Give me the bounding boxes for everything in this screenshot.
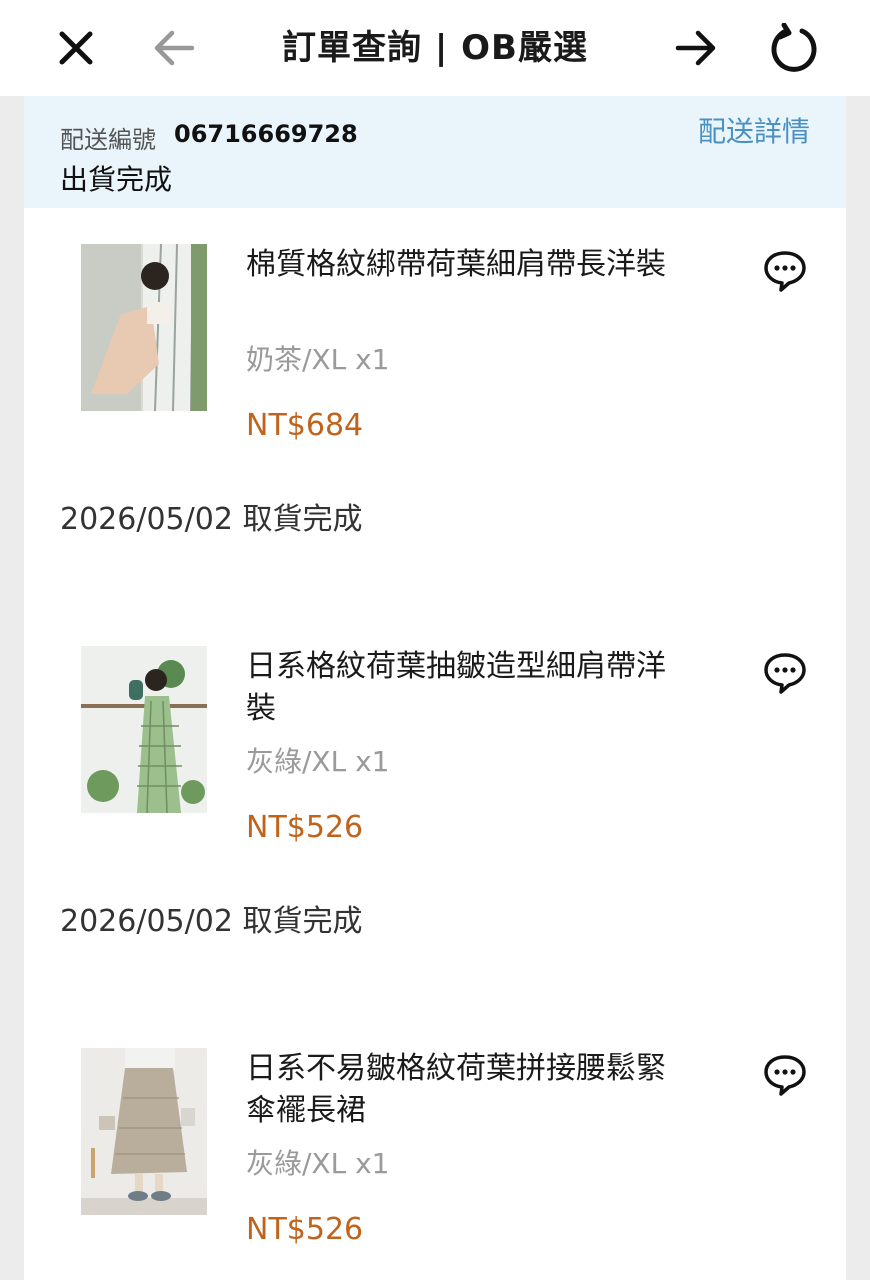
close-icon[interactable]: [46, 18, 106, 78]
shipment-status: 出貨完成: [60, 163, 173, 196]
product-image[interactable]: [81, 646, 207, 813]
shipment-header: 配送編號 06716669728 出貨完成 配送詳情: [24, 96, 846, 208]
product-name[interactable]: 棉質格紋綁帶荷葉細肩帶長洋裝: [246, 244, 666, 286]
shipment-number-label: 配送編號: [60, 126, 156, 154]
order-item: 日系格紋荷葉抽皺造型細肩帶洋裝 灰綠/XL x1 NT$526: [24, 646, 846, 846]
product-price: NT$684: [246, 408, 364, 443]
page-title: 訂單查詢 | OB嚴選: [282, 28, 588, 68]
product-variant: 灰綠/XL x1: [246, 1147, 390, 1180]
arrow-left-icon[interactable]: [144, 18, 204, 78]
chat-icon[interactable]: [762, 1052, 808, 1098]
top-bar: 訂單查詢 | OB嚴選: [0, 0, 870, 96]
product-variant: 奶茶/XL x1: [246, 343, 390, 376]
shipment-details-link[interactable]: 配送詳情: [698, 110, 810, 150]
product-name[interactable]: 日系格紋荷葉抽皺造型細肩帶洋裝: [246, 646, 666, 730]
product-name[interactable]: 日系不易皺格紋荷葉拼接腰鬆緊傘襬長裙: [246, 1048, 666, 1132]
shipment-number: 06716669728: [174, 120, 358, 148]
product-price: NT$526: [246, 1212, 364, 1247]
arrow-right-icon[interactable]: [666, 18, 726, 78]
order-item: 日系不易皺格紋荷葉拼接腰鬆緊傘襬長裙 灰綠/XL x1 NT$526: [24, 1048, 846, 1248]
pickup-status: 2026/05/02 取貨完成: [60, 904, 363, 939]
product-image[interactable]: [81, 1048, 207, 1215]
chat-icon[interactable]: [762, 650, 808, 696]
refresh-icon[interactable]: [764, 18, 824, 78]
order-item: 棉質格紋綁帶荷葉細肩帶長洋裝 奶茶/XL x1 NT$684: [24, 244, 846, 444]
product-variant: 灰綠/XL x1: [246, 745, 390, 778]
product-image[interactable]: [81, 244, 207, 411]
pickup-status: 2026/05/02 取貨完成: [60, 502, 363, 537]
chat-icon[interactable]: [762, 248, 808, 294]
order-panel: 配送編號 06716669728 出貨完成 配送詳情 棉質格紋綁帶荷葉細肩帶長洋…: [24, 96, 846, 1280]
product-price: NT$526: [246, 810, 364, 845]
